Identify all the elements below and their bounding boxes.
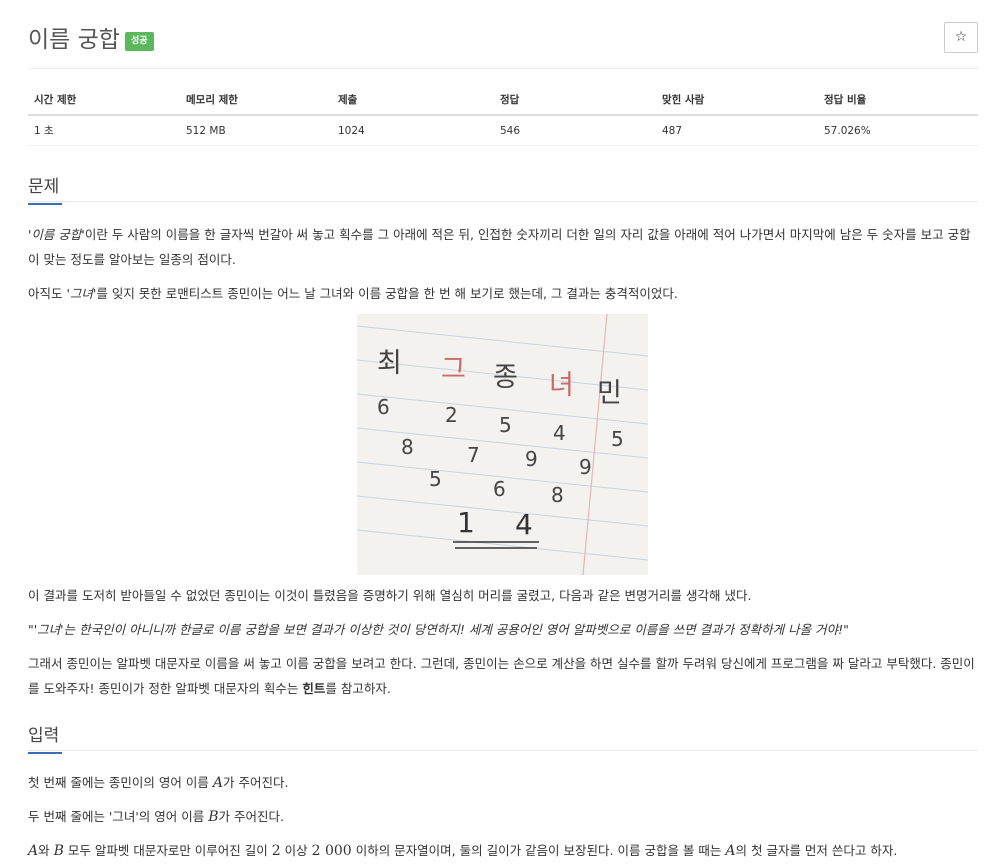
problem-paragraph-2: 아직도 '그녀'를 잊지 못한 로맨티스트 종민이는 어느 날 그녀와 이름 궁… [28,286,678,301]
page-title: 이름 궁합 [28,27,120,53]
problem-stats-table: 시간 제한 메모리 제한 제출 정답 맞힌 사람 정답 비율 1 초 512 M… [28,85,978,146]
stats-header-submit: 제출 [332,85,494,116]
figure-char-4: 녀 [549,370,574,401]
figure-char-3: 종 [493,362,518,393]
stats-header-memory: 메모리 제한 [180,85,332,116]
figure-n6: 8 [401,435,414,459]
problem-quote: "'그녀'는 한국인이 아니니까 한글로 이름 궁합을 보면 결과가 이상한 것… [28,622,849,637]
figure-n9: 9 [579,455,592,479]
problem-paragraph-1: '이름 궁합'이란 두 사람의 이름을 한 글자씩 번갈아 써 놓고 획수를 그… [28,227,971,267]
stats-time: 1 초 [28,115,180,146]
figure-n1: 6 [377,395,390,419]
problem-paragraph-3: 이 결과를 도저히 받아들일 수 없었던 종민이는 이것이 틀렸음을 증명하기 … [28,588,752,603]
figure-char-2: 그 [441,354,466,385]
figure-char-1: 최 [377,348,402,379]
problem-paragraph-5: 그래서 종민이는 알파벳 대문자로 이름을 써 놓고 이름 궁합을 보려고 한다… [28,656,975,696]
stats-submit: 1024 [332,115,494,146]
figure-n12: 8 [551,483,564,507]
star-icon: ☆ [954,29,968,45]
figure-char-5: 민 [597,378,622,409]
stats-ratio: 57.026% [818,115,978,146]
input-divider [28,750,978,751]
figure-n8: 9 [525,447,538,471]
figure-result-1: 1 [457,506,475,539]
figure-n10: 5 [429,467,442,491]
hint-link: 힌트 [302,681,326,696]
name-compatibility-image: 최 그 종 녀 민 6 2 5 4 5 8 7 9 9 5 6 8 1 4 [357,314,648,575]
stats-header-correct: 정답 [494,85,656,116]
figure-n7: 7 [467,443,480,467]
figure-result-2: 4 [515,508,533,541]
stats-header-solvers: 맞힌 사람 [656,85,818,116]
figure-n5: 5 [611,427,624,451]
input-line-2: 두 번째 줄에는 '그녀'의 영어 이름 B가 주어진다. [28,809,284,825]
stats-correct: 546 [494,115,656,146]
stats-header-time: 시간 제한 [28,85,180,116]
input-line-1: 첫 번째 줄에는 종민이의 영어 이름 A가 주어진다. [28,775,289,791]
figure-n4: 4 [553,421,566,445]
stats-solvers: 487 [656,115,818,146]
star-button[interactable]: ☆ [944,22,978,53]
input-line-3: A와 B 모두 알파벳 대문자로만 이루어진 길이 2 이상 2 000 이하의… [28,843,898,859]
problem-header: 이름 궁합 성공 ☆ [28,0,978,69]
figure-n2: 2 [445,403,458,427]
status-badge: 성공 [125,32,154,51]
stats-header-row: 시간 제한 메모리 제한 제출 정답 맞힌 사람 정답 비율 [28,85,978,116]
stats-memory: 512 MB [180,115,332,146]
figure-n11: 6 [493,477,506,501]
problem-divider [28,201,978,202]
stats-header-ratio: 정답 비율 [818,85,978,116]
stats-value-row: 1 초 512 MB 1024 546 487 57.026% [28,115,978,146]
figure-n3: 5 [499,413,512,437]
